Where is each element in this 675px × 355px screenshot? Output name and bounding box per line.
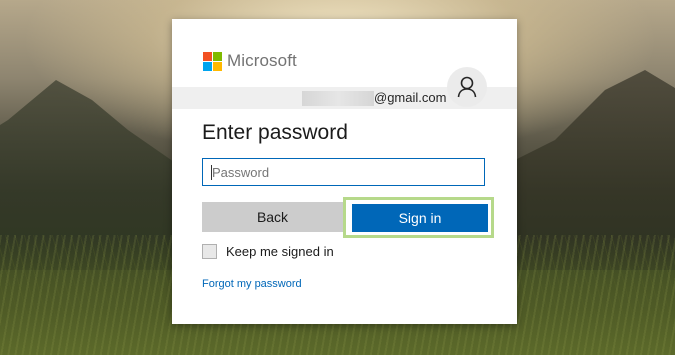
password-input[interactable] xyxy=(202,158,485,186)
brand-name: Microsoft xyxy=(227,51,297,70)
logo-square-red xyxy=(203,51,212,61)
logo-square-green xyxy=(213,51,222,61)
keep-signed-in-checkbox[interactable] xyxy=(202,244,217,259)
keep-signed-in-row[interactable]: Keep me signed in xyxy=(202,244,334,259)
keep-signed-in-label[interactable]: Keep me signed in xyxy=(226,244,334,259)
forgot-password-link[interactable]: Forgot my password xyxy=(202,278,302,290)
text-cursor xyxy=(211,165,212,180)
microsoft-logo-icon xyxy=(203,51,222,71)
logo-square-blue xyxy=(203,61,212,71)
account-email: @gmail.com xyxy=(374,90,447,105)
microsoft-logo: Microsoft xyxy=(203,51,297,71)
logo-square-yellow xyxy=(213,61,222,71)
account-avatar xyxy=(447,67,487,107)
masked-email-username xyxy=(302,91,374,106)
back-button[interactable]: Back xyxy=(202,202,343,232)
signin-button[interactable]: Sign in xyxy=(352,204,488,232)
signin-button-focus-ring: Sign in xyxy=(343,197,494,238)
page-title: Enter password xyxy=(202,121,348,144)
person-icon xyxy=(457,76,477,98)
signin-card: Microsoft @gmail.com Enter password Back… xyxy=(172,19,517,324)
